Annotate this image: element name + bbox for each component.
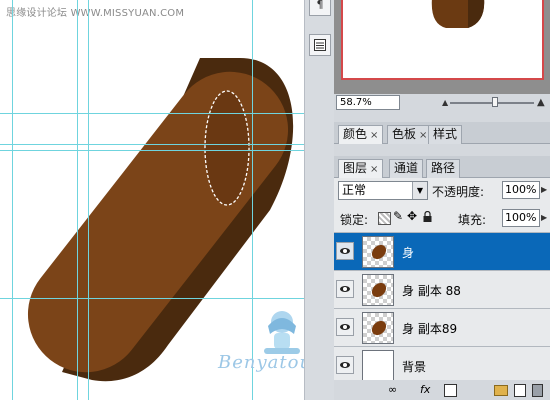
eye-icon[interactable] — [336, 242, 354, 260]
eye-icon[interactable] — [336, 318, 354, 336]
layer-thumbnail — [362, 312, 394, 344]
lock-brush-icon[interactable]: ✎ — [393, 209, 403, 223]
lock-transparent-icon[interactable] — [378, 212, 391, 225]
guide-horizontal[interactable] — [0, 150, 304, 151]
paragraph-icon[interactable]: ¶ — [309, 0, 331, 16]
lock-all-icon[interactable] — [423, 210, 432, 222]
navigator-zoom-row: 58.7% ▲ ▲ — [334, 94, 550, 112]
fill-label: 填充: — [458, 213, 487, 227]
opacity-label: 不透明度: — [432, 185, 485, 199]
zoom-level-input[interactable]: 58.7% — [336, 95, 400, 110]
navigator-preview[interactable] — [334, 0, 550, 94]
tab-color[interactable]: 颜色 × — [338, 125, 384, 144]
lock-label: 锁定: — [340, 213, 369, 227]
collapsed-panel-strip: ¶ — [304, 0, 335, 400]
mascot-watermark-image — [264, 311, 300, 354]
guide-horizontal[interactable] — [0, 144, 304, 145]
layer-name: 背景 — [402, 360, 427, 374]
close-icon[interactable]: × — [419, 130, 427, 141]
layer-thumbnail — [362, 274, 394, 306]
layer-name: 身 副本89 — [402, 322, 458, 336]
eye-icon[interactable] — [336, 280, 354, 298]
layer-name: 身 — [402, 246, 415, 260]
bean-artwork — [27, 58, 294, 382]
color-panel-tabbar: 颜色 × 色板 × 样式 — [334, 122, 550, 144]
new-layer-icon[interactable] — [514, 384, 526, 397]
tab-paths[interactable]: 路径 — [426, 159, 461, 178]
tab-swatches[interactable]: 色板 × — [387, 125, 433, 144]
zoom-out-icon[interactable]: ▲ — [442, 98, 448, 107]
guide-vertical[interactable] — [12, 0, 13, 400]
lock-move-icon[interactable]: ✥ — [407, 209, 417, 223]
fill-arrow-icon[interactable]: ▶ — [541, 209, 549, 227]
mask-icon[interactable] — [444, 384, 457, 397]
layer-thumbnail — [362, 350, 394, 382]
document-canvas[interactable]: 思缘设计论坛 WWW.MISSYUAN.COM Benyatou — [0, 0, 304, 400]
layers-panel-tabbar: 图层 × 通道 路径 — [334, 156, 550, 178]
guide-vertical[interactable] — [77, 0, 78, 400]
blend-mode-select[interactable]: 正常 ▼ — [338, 181, 428, 200]
layers-panel-footer: ∞ fx — [334, 380, 550, 400]
zoom-slider-thumb[interactable] — [492, 97, 498, 107]
guide-horizontal[interactable] — [0, 298, 304, 299]
color-panel-body — [334, 144, 550, 154]
chevron-down-icon: ▼ — [412, 182, 427, 199]
layer-row[interactable]: 身 — [334, 232, 550, 270]
zoom-in-icon[interactable]: ▲ — [537, 97, 545, 108]
eye-icon[interactable] — [336, 356, 354, 374]
tab-channels[interactable]: 通道 — [389, 159, 424, 178]
panel-icon[interactable] — [309, 34, 331, 56]
marquee-selection — [204, 90, 250, 206]
navigator-thumbnail-icon — [431, 0, 485, 28]
navigator-view-box[interactable] — [341, 0, 544, 80]
link-icon[interactable]: ∞ — [388, 383, 397, 396]
close-icon[interactable]: × — [370, 130, 378, 141]
tab-layers[interactable]: 图层 × — [338, 159, 384, 178]
layer-row[interactable]: 背景 — [334, 346, 550, 384]
fill-input[interactable]: 100% — [502, 209, 540, 227]
layer-thumbnail — [362, 236, 394, 268]
watermark-signature: Benyatou — [218, 352, 304, 373]
close-icon[interactable]: × — [370, 164, 378, 175]
trash-icon[interactable] — [532, 384, 543, 397]
opacity-arrow-icon[interactable]: ▶ — [541, 181, 549, 199]
guide-vertical[interactable] — [88, 0, 89, 400]
layer-row[interactable]: 身 副本89 — [334, 308, 550, 346]
tab-styles[interactable]: 样式 — [428, 125, 463, 144]
opacity-input[interactable]: 100% — [502, 181, 540, 199]
guide-vertical[interactable] — [252, 0, 253, 400]
layer-name: 身 副本 88 — [402, 284, 461, 298]
panel-dock: 58.7% ▲ ▲ 颜色 × 色板 × 样式 图层 × 通道 路径 正常 ▼ 不… — [334, 0, 550, 400]
guide-horizontal[interactable] — [0, 113, 304, 114]
fx-icon[interactable]: fx — [420, 383, 430, 396]
folder-icon[interactable] — [494, 385, 508, 396]
layer-row[interactable]: 身 副本 88 — [334, 270, 550, 308]
layers-panel-body: 正常 ▼ 不透明度: 100% ▶ 锁定: ✎ ✥ 填充: 100% ▶ 身 身… — [334, 178, 550, 400]
